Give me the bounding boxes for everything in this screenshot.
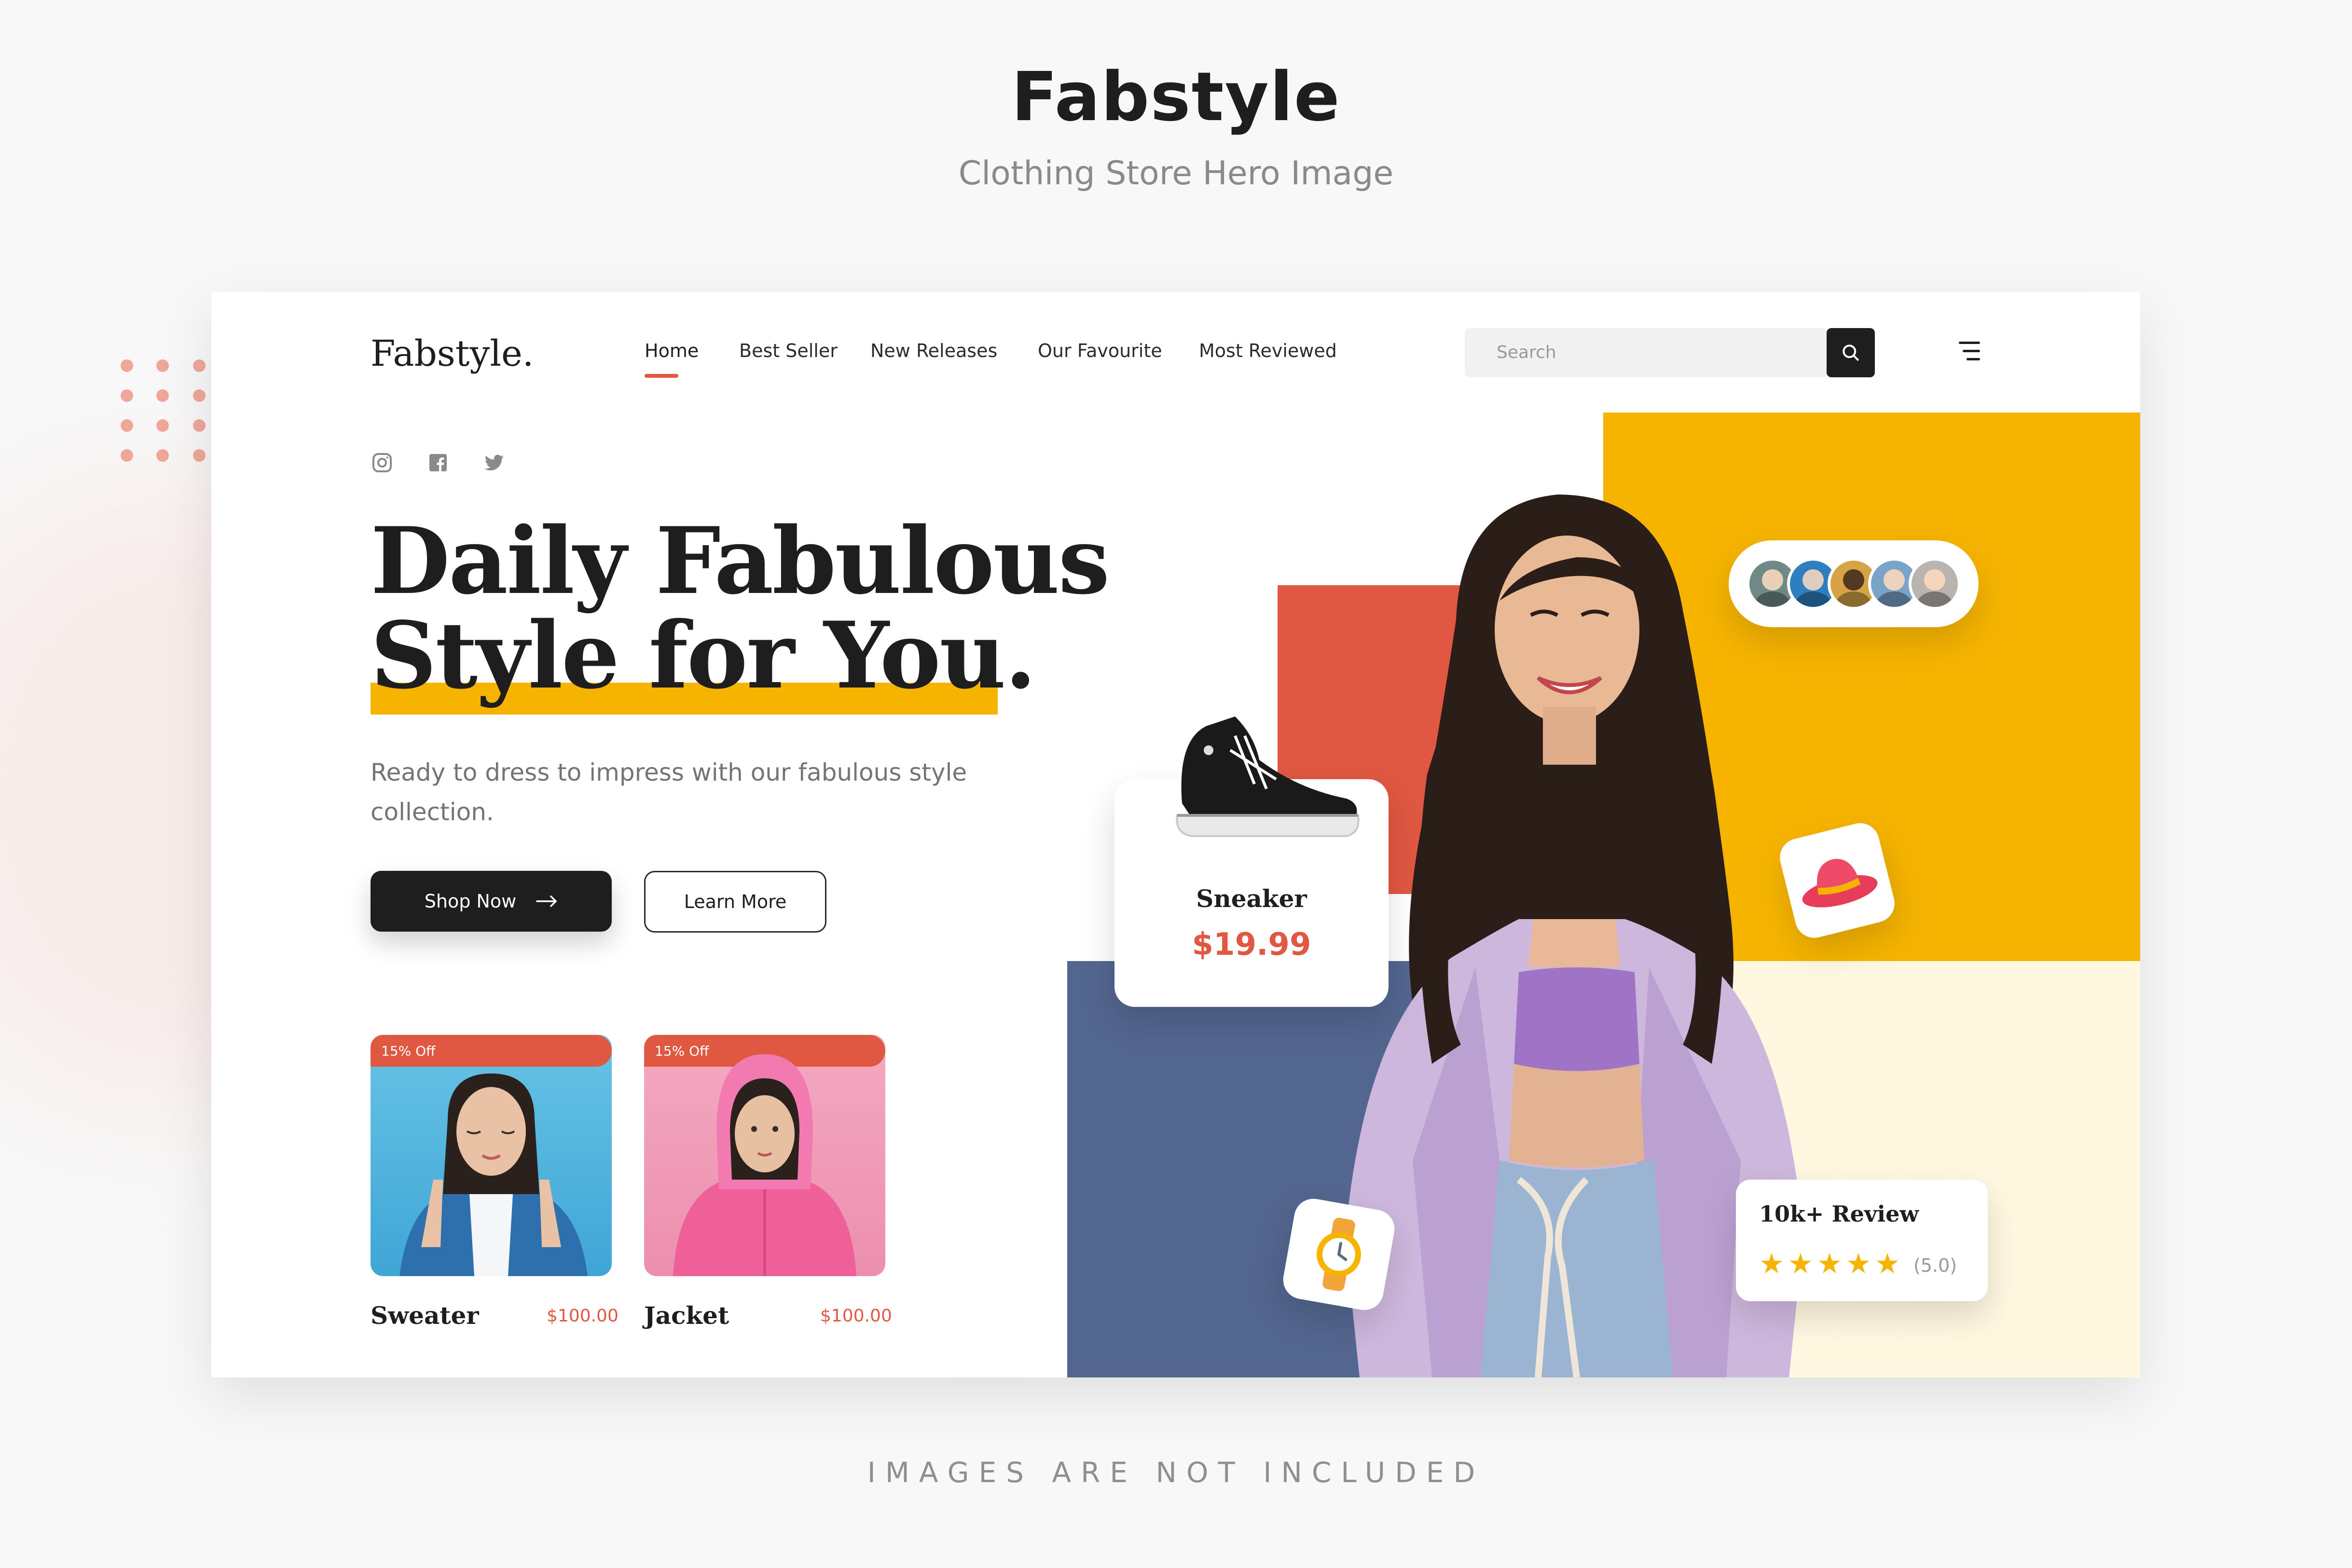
shop-now-label: Shop Now bbox=[424, 891, 517, 912]
headline-period: . bbox=[1004, 602, 1036, 709]
product-image-sweater[interactable]: 15% Off bbox=[371, 1035, 612, 1276]
facebook-icon[interactable] bbox=[426, 451, 450, 474]
review-count: 10k+ Review bbox=[1759, 1201, 1919, 1227]
presentation-subtitle: Clothing Store Hero Image bbox=[958, 154, 1394, 193]
search-button[interactable] bbox=[1827, 328, 1875, 377]
nav-new-releases[interactable]: New Releases bbox=[870, 340, 997, 361]
nav-best-seller[interactable]: Best Seller bbox=[739, 340, 838, 361]
rating-value: (5.0) bbox=[1913, 1255, 1957, 1276]
hero-card: Fabstyle. Home Best Seller New Releases … bbox=[211, 292, 2140, 1377]
search-input[interactable]: Search bbox=[1465, 328, 1828, 377]
instagram-icon[interactable] bbox=[371, 451, 394, 474]
headline-line-1: Daily Fabulous bbox=[371, 507, 1110, 615]
hero-lead-text: Ready to dress to impress with our fabul… bbox=[371, 758, 967, 826]
site-logo[interactable]: Fabstyle. bbox=[371, 333, 534, 374]
presentation-footer: IMAGES ARE NOT INCLUDED bbox=[867, 1456, 1485, 1489]
model-photo-jacket bbox=[673, 1054, 856, 1276]
twitter-icon[interactable] bbox=[482, 451, 506, 474]
headline-line-2: Style for You. bbox=[371, 608, 1108, 703]
nav-our-favourite[interactable]: Our Favourite bbox=[1038, 340, 1162, 361]
product-name-jacket[interactable]: Jacket bbox=[644, 1301, 729, 1330]
headline-line-2-text: Style for You bbox=[371, 602, 1006, 709]
product-name-sweater[interactable]: Sweater bbox=[371, 1301, 479, 1330]
nav-active-indicator bbox=[645, 374, 678, 378]
customer-avatars[interactable] bbox=[1729, 540, 1979, 627]
arrow-right-icon bbox=[536, 895, 557, 907]
model-photo-sweater bbox=[399, 1073, 588, 1276]
learn-more-button[interactable]: Learn More bbox=[644, 871, 826, 933]
presentation-title: Fabstyle bbox=[1011, 58, 1341, 137]
sneaker-product-card[interactable]: Sneaker $19.99 bbox=[1114, 716, 1389, 1007]
nav-most-reviewed[interactable]: Most Reviewed bbox=[1199, 340, 1337, 361]
search-icon bbox=[1843, 344, 1859, 361]
sneaker-price: $19.99 bbox=[1192, 927, 1311, 963]
search-placeholder: Search bbox=[1497, 343, 1556, 362]
product-price-jacket: $100.00 bbox=[820, 1306, 892, 1326]
product-price-sweater: $100.00 bbox=[547, 1306, 619, 1326]
hero-headline: Daily Fabulous Style for You. bbox=[371, 507, 1110, 703]
review-card[interactable]: 10k+ Review ★★★★★ (5.0) bbox=[1736, 1180, 1988, 1301]
watch-product-card[interactable] bbox=[1280, 1196, 1398, 1313]
menu-icon[interactable] bbox=[1959, 342, 1980, 361]
sneaker-name: Sneaker bbox=[1196, 884, 1307, 913]
decorative-dots bbox=[121, 359, 217, 466]
sneaker-image bbox=[1176, 716, 1360, 837]
avatar bbox=[1909, 558, 1961, 610]
nav-home[interactable]: Home bbox=[645, 340, 699, 361]
product-image-jacket[interactable]: 15% Off bbox=[644, 1035, 885, 1276]
shop-now-button[interactable]: Shop Now bbox=[371, 871, 612, 932]
watch-icon bbox=[1317, 1218, 1361, 1291]
star-rating-icon: ★★★★★ bbox=[1759, 1247, 1904, 1280]
